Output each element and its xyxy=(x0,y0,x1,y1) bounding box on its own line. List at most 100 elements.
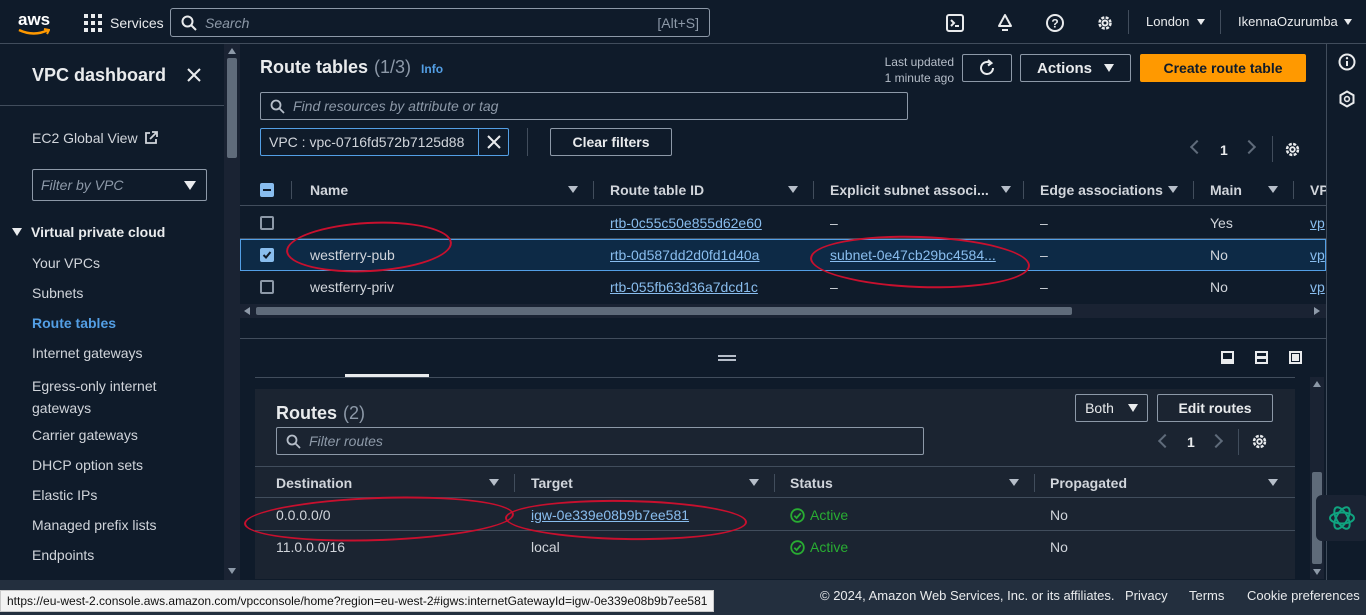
cloudshell-icon[interactable] xyxy=(946,14,964,32)
sort-caret-icon[interactable] xyxy=(749,479,759,486)
row-checkbox[interactable] xyxy=(260,248,274,262)
help-icon[interactable]: ? xyxy=(1046,14,1064,32)
filter-by-vpc-select[interactable]: Filter by VPC xyxy=(32,169,207,201)
sidebar-item-your-vpcs[interactable]: Your VPCs xyxy=(32,255,100,271)
table-preferences-gear-icon[interactable] xyxy=(1284,141,1301,158)
column-header-destination[interactable]: Destination xyxy=(276,475,352,491)
pagination-prev-icon[interactable] xyxy=(1189,139,1205,155)
actions-button[interactable]: Actions xyxy=(1020,54,1131,82)
sort-caret-icon[interactable] xyxy=(1268,186,1278,193)
pagination-page-number[interactable]: 1 xyxy=(1220,142,1228,158)
remove-filter-close-icon[interactable] xyxy=(487,135,501,149)
route-table-id-link[interactable]: rtb-0c55c50e855d62e60 xyxy=(610,215,762,231)
split-panel-scrollbar[interactable] xyxy=(1310,377,1324,579)
cloud-hexagon-icon[interactable] xyxy=(1338,90,1356,108)
pagination-prev-icon[interactable] xyxy=(1157,433,1173,449)
table-preferences-gear-icon[interactable] xyxy=(1251,433,1268,450)
section-virtual-private-cloud[interactable]: Virtual private cloud xyxy=(12,224,165,240)
close-icon[interactable] xyxy=(187,68,201,82)
info-panel-icon[interactable] xyxy=(1338,53,1356,71)
sort-caret-icon[interactable] xyxy=(489,479,499,486)
sidebar-item-egress-only-internet-gateways[interactable]: Egress-only internet gateways xyxy=(32,375,182,419)
select-all-checkbox[interactable] xyxy=(260,183,274,197)
info-link[interactable]: Info xyxy=(421,62,443,76)
edge-association: – xyxy=(1040,279,1048,295)
terms-link[interactable]: Terms xyxy=(1189,588,1224,603)
panel-position-side-icon[interactable] xyxy=(1255,351,1268,364)
route-table-id-link[interactable]: rtb-0d587dd2d0fd1d40a xyxy=(610,247,759,263)
services-menu[interactable]: Services xyxy=(84,13,164,33)
external-link-icon xyxy=(144,131,158,144)
scroll-down-arrow-icon[interactable] xyxy=(1313,569,1321,575)
sort-caret-icon[interactable] xyxy=(1001,186,1011,193)
panel-position-full-icon[interactable] xyxy=(1289,351,1302,364)
sort-caret-icon[interactable] xyxy=(568,186,578,193)
column-header-route-table-id[interactable]: Route table ID xyxy=(610,182,704,198)
column-header-propagated[interactable]: Propagated xyxy=(1050,475,1127,491)
pagination-next-icon[interactable] xyxy=(1208,433,1224,449)
sidebar-title[interactable]: VPC dashboard xyxy=(32,65,166,86)
row-checkbox[interactable] xyxy=(260,280,274,294)
scroll-left-arrow-icon[interactable] xyxy=(244,307,250,315)
global-search-input[interactable]: Search [Alt+S] xyxy=(170,8,710,37)
grid-icon xyxy=(84,14,102,32)
aws-logo[interactable]: aws xyxy=(16,8,52,36)
sidebar-item-subnets[interactable]: Subnets xyxy=(32,285,83,301)
filter-routes-input[interactable]: Filter routes xyxy=(276,427,924,455)
pagination-next-icon[interactable] xyxy=(1241,139,1257,155)
sidebar-item-endpoints[interactable]: Endpoints xyxy=(32,547,94,563)
sidebar-item-dhcp-option-sets[interactable]: DHCP option sets xyxy=(32,457,143,473)
split-panel-resize-handle[interactable] xyxy=(718,355,736,361)
scroll-up-arrow-icon[interactable] xyxy=(1313,381,1321,387)
privacy-link[interactable]: Privacy xyxy=(1125,588,1168,603)
sort-caret-icon[interactable] xyxy=(788,186,798,193)
clear-filters-button[interactable]: Clear filters xyxy=(550,128,672,156)
region-selector[interactable]: London xyxy=(1146,14,1206,29)
horizontal-scrollbar[interactable] xyxy=(240,304,1326,318)
pagination-page-number[interactable]: 1 xyxy=(1187,434,1195,450)
create-route-table-button[interactable]: Create route table xyxy=(1140,54,1306,82)
route-tables-search-input[interactable]: Find resources by attribute or tag xyxy=(260,92,908,120)
sidebar-item-carrier-gateways[interactable]: Carrier gateways xyxy=(32,427,138,443)
column-header-edge-associations[interactable]: Edge associations xyxy=(1040,182,1163,198)
refresh-button[interactable] xyxy=(962,54,1012,82)
vpc-filter-chip: VPC : vpc-0716fd572b7125d88 xyxy=(260,128,509,156)
column-header-explicit-subnet[interactable]: Explicit subnet associ... xyxy=(830,182,989,198)
scrollbar-thumb[interactable] xyxy=(256,307,1072,315)
ec2-global-view-link[interactable]: EC2 Global View xyxy=(32,130,158,146)
settings-gear-icon[interactable] xyxy=(1096,14,1114,32)
scroll-right-arrow-icon[interactable] xyxy=(1314,307,1320,315)
edit-routes-button[interactable]: Edit routes xyxy=(1157,394,1273,422)
scroll-up-arrow-icon[interactable] xyxy=(228,48,236,54)
route-table-id-link[interactable]: rtb-055fb63d36a7dcd1c xyxy=(610,279,758,295)
column-header-status[interactable]: Status xyxy=(790,475,833,491)
table-row[interactable]: westferry-priv rtb-055fb63d36a7dcd1c – –… xyxy=(240,271,1326,303)
caret-down-icon xyxy=(1127,404,1138,412)
amazon-q-assistant-button[interactable] xyxy=(1316,495,1366,541)
sort-caret-icon[interactable] xyxy=(1009,479,1019,486)
row-checkbox[interactable] xyxy=(260,216,274,230)
column-header-main[interactable]: Main xyxy=(1210,182,1242,198)
sidebar-item-elastic-ips[interactable]: Elastic IPs xyxy=(32,487,97,503)
scroll-down-arrow-icon[interactable] xyxy=(228,568,236,574)
vpc-link[interactable]: vp xyxy=(1310,215,1325,231)
sidebar-item-route-tables[interactable]: Route tables xyxy=(32,315,116,331)
status-success-icon xyxy=(790,539,805,555)
column-header-target[interactable]: Target xyxy=(531,475,573,491)
sort-caret-icon[interactable] xyxy=(1168,186,1178,193)
vpc-link[interactable]: vp xyxy=(1310,279,1325,295)
account-menu[interactable]: IkennaOzurumba xyxy=(1238,14,1352,29)
notifications-bell-icon[interactable] xyxy=(996,13,1014,33)
sidebar-scrollbar[interactable] xyxy=(224,44,240,580)
column-header-name[interactable]: Name xyxy=(310,182,348,198)
sidebar-item-internet-gateways[interactable]: Internet gateways xyxy=(32,345,143,361)
cookie-preferences-link[interactable]: Cookie preferences xyxy=(1247,588,1360,603)
sidebar-item-managed-prefix-lists[interactable]: Managed prefix lists xyxy=(32,517,157,533)
sort-caret-icon[interactable] xyxy=(1268,479,1278,486)
both-select[interactable]: Both xyxy=(1075,394,1148,422)
scrollbar-thumb[interactable] xyxy=(227,58,237,158)
panel-position-bottom-icon[interactable] xyxy=(1221,351,1234,364)
vpc-link[interactable]: vp xyxy=(1310,247,1325,263)
search-icon xyxy=(270,99,285,114)
search-icon xyxy=(181,15,197,31)
